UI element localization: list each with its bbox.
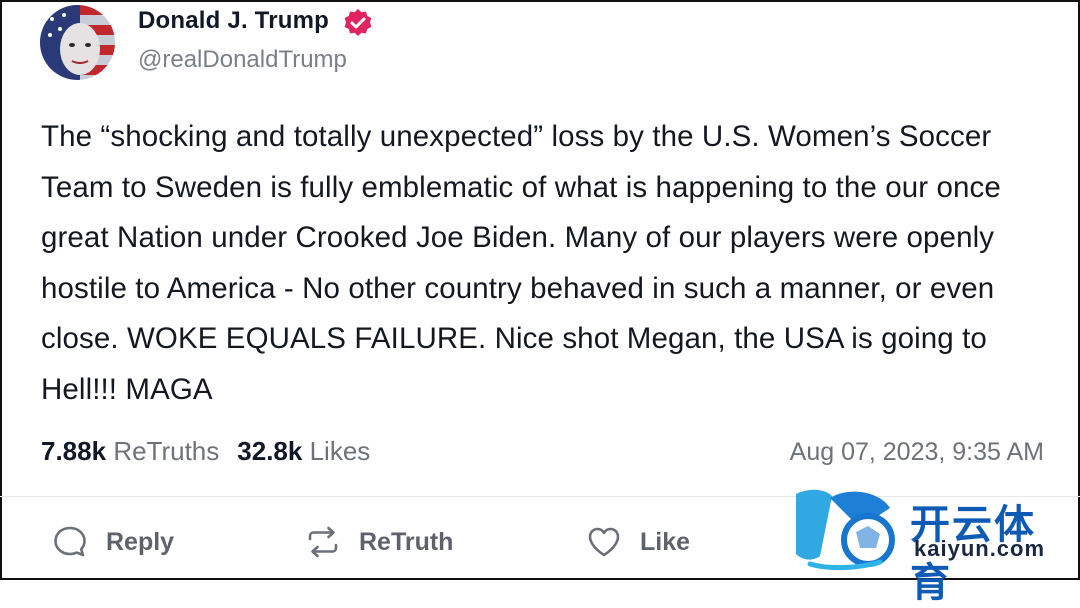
like-button[interactable]: Like [586, 522, 690, 562]
author-name[interactable]: Donald J. Trump [138, 7, 329, 35]
likes-stat[interactable]: 32.8k Likes [237, 436, 370, 466]
verified-badge-icon [344, 9, 372, 36]
post-stats: 7.88k ReTruths 32.8k Likes [41, 436, 370, 467]
speech-bubble-icon [54, 526, 86, 557]
watermark-url-text: kaiyun.com [914, 536, 1046, 561]
retruth-arrows-icon [308, 526, 338, 558]
retruth-label: ReTruth [359, 527, 454, 556]
watermark: 开云体育 kaiyun.com [790, 478, 1070, 605]
retruths-count: 7.88k [41, 436, 107, 466]
watermark-logo-icon [796, 489, 895, 571]
heart-icon [588, 527, 620, 557]
reply-button[interactable]: Reply [52, 522, 174, 562]
post-timestamp[interactable]: Aug 07, 2023, 9:35 AM [790, 438, 1044, 467]
post-body: The “shocking and totally unexpected” lo… [41, 120, 1001, 406]
retruths-stat[interactable]: 7.88k ReTruths [41, 436, 219, 466]
likes-label: Likes [309, 436, 371, 466]
like-label: Like [640, 527, 691, 556]
avatar[interactable] [40, 5, 115, 80]
retruths-label: ReTruths [113, 436, 220, 466]
reply-label: Reply [106, 527, 175, 556]
retruth-button[interactable]: ReTruth [305, 522, 453, 562]
author-handle[interactable]: @realDonaldTrump [138, 46, 347, 74]
likes-count: 32.8k [237, 436, 303, 466]
